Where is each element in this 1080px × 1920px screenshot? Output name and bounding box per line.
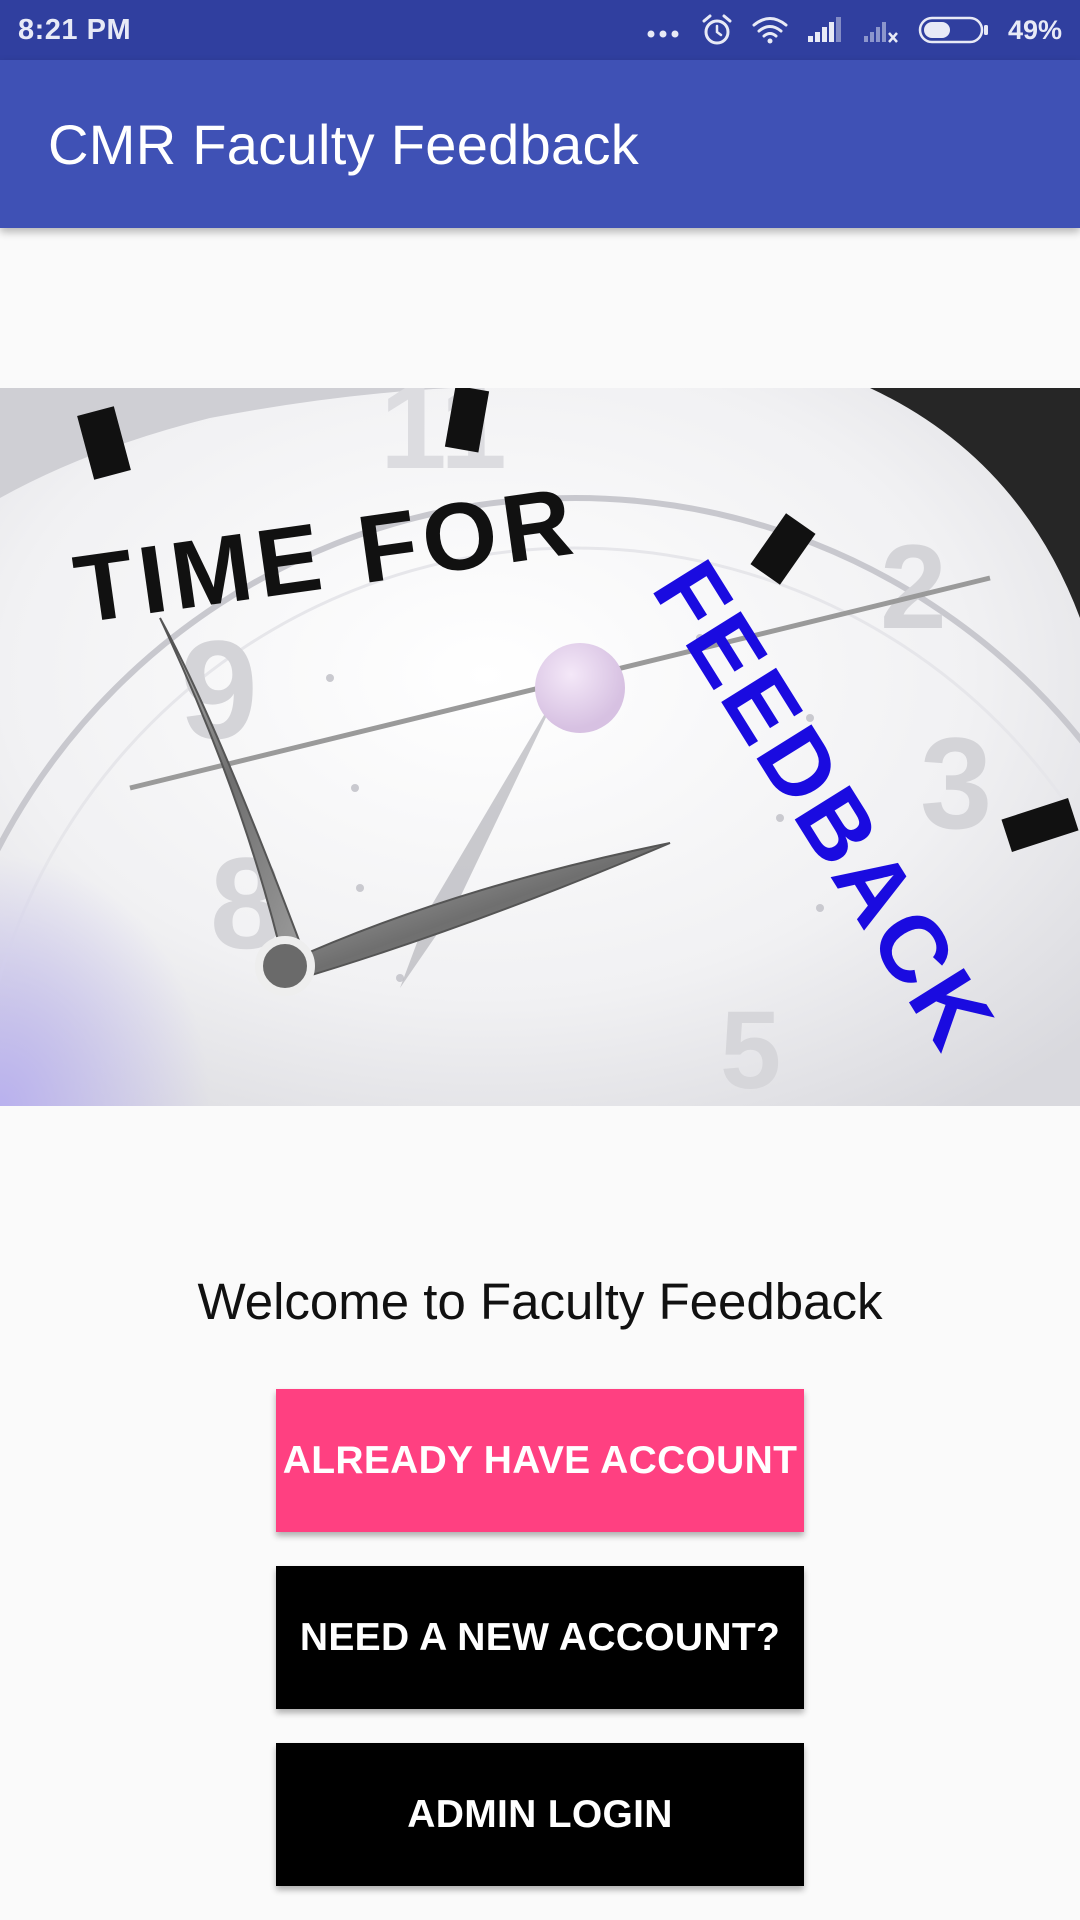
battery-icon <box>918 15 990 45</box>
status-time: 8:21 PM <box>18 13 132 46</box>
signal-icon <box>806 16 844 44</box>
already-have-account-button[interactable]: ALREADY HAVE ACCOUNT <box>276 1389 804 1532</box>
alarm-icon <box>700 13 734 47</box>
status-bar: 8:21 PM 49% <box>0 0 1080 60</box>
welcome-text: Welcome to Faculty Feedback <box>197 1273 883 1330</box>
status-icons: 49% <box>646 13 1062 47</box>
signal-no-sim-icon <box>862 16 900 44</box>
battery-percent: 49% <box>1007 14 1062 45</box>
app-title: CMR Faculty Feedback <box>48 112 640 176</box>
svg-text:3: 3 <box>920 710 992 856</box>
app-bar: CMR Faculty Feedback <box>0 60 1080 228</box>
need-new-account-button[interactable]: NEED A NEW ACCOUNT? <box>276 1566 804 1709</box>
wifi-icon <box>752 16 788 44</box>
hero-clock-image: 2 3 9 8 5 11 <box>0 388 1080 1106</box>
svg-text:2: 2 <box>880 520 947 654</box>
more-dots-icon <box>646 20 682 40</box>
screen: 8:21 PM 49% CMR Faculty Feedback 2 3 9 5… <box>0 0 1080 1920</box>
svg-text:5: 5 <box>720 989 781 1106</box>
admin-login-button[interactable]: ADMIN LOGIN <box>276 1743 804 1886</box>
